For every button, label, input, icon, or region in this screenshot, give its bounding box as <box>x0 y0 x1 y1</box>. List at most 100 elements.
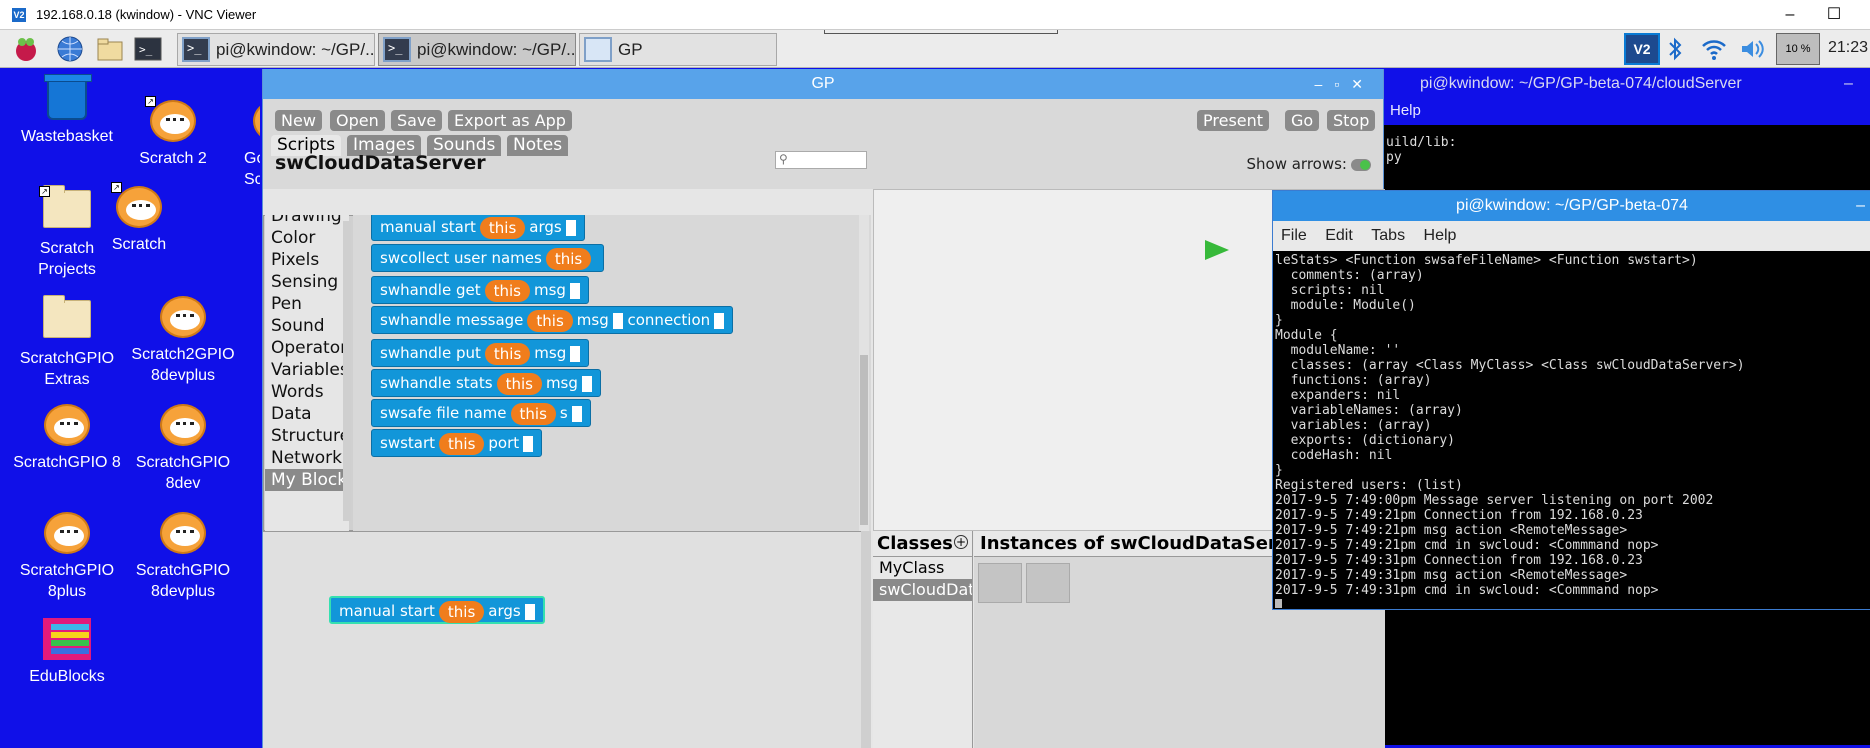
stop-button[interactable]: Stop <box>1327 110 1376 131</box>
category-color[interactable]: Color <box>265 227 349 249</box>
script-scrollbar[interactable] <box>861 531 871 748</box>
block-label: swhandle message <box>380 311 524 329</box>
terminal-window[interactable]: pi@kwindow: ~/GP/GP-beta-074 – File Edit… <box>1272 190 1870 610</box>
desktop-icon-scratchgpio-8dev[interactable]: ScratchGPIO 8dev <box>128 404 238 494</box>
window-controls[interactable]: –▫✕ <box>1315 69 1375 99</box>
category-my-blocks[interactable]: My Blocks <box>265 469 349 491</box>
terminal-output[interactable]: leStats> <Function swsafeFileName> <Func… <box>1273 251 1870 608</box>
search-icon: ⚲ <box>779 152 788 166</box>
new-button[interactable]: New <box>275 110 322 131</box>
input-slot[interactable] <box>569 282 580 299</box>
block-swcollect-user-names[interactable]: swcollect user names this <box>371 244 605 272</box>
category-data[interactable]: Data <box>265 403 349 425</box>
script-editor[interactable]: manual start this args <box>263 531 871 748</box>
desktop-icon-scratchgpio-8[interactable]: ScratchGPIO 8 <box>12 404 122 473</box>
input-slot[interactable] <box>571 405 582 422</box>
minimize-icon[interactable]: – <box>1856 191 1865 221</box>
bluetooth-icon[interactable] <box>1664 35 1686 63</box>
task-gp[interactable]: GP <box>579 33 777 66</box>
web-browser-icon[interactable] <box>56 35 86 63</box>
category-pixels[interactable]: Pixels <box>265 249 349 271</box>
input-slot[interactable] <box>523 435 534 452</box>
category-structure[interactable]: Structure <box>265 425 349 447</box>
wifi-icon[interactable] <box>1700 35 1730 63</box>
category-sound[interactable]: Sound <box>265 315 349 337</box>
arrow-sprite[interactable] <box>1205 240 1229 260</box>
maximize-icon[interactable]: ☐ <box>1812 2 1856 28</box>
add-class-icon[interactable]: + <box>954 535 968 549</box>
input-slot[interactable] <box>714 312 725 329</box>
tab-notes[interactable]: Notes <box>507 135 569 156</box>
gp-window[interactable]: GP –▫✕ New Open Save Export as App Prese… <box>262 69 1385 748</box>
menu-tabs[interactable]: Tabs <box>1371 227 1405 244</box>
block-swhandle-message[interactable]: swhandle message this msg connection <box>371 306 734 334</box>
category-drawing[interactable]: Drawing <box>265 215 349 227</box>
input-slot[interactable] <box>581 375 592 392</box>
instance-thumbnail[interactable] <box>1026 563 1070 603</box>
desktop-icon-scratchgpio-extras[interactable]: ScratchGPIO Extras <box>12 295 122 390</box>
save-button[interactable]: Save <box>391 110 443 131</box>
desktop-icon-partial[interactable]: Go Sc <box>220 100 260 190</box>
file-manager-icon[interactable] <box>96 35 126 63</box>
task-terminal-1[interactable]: >_ pi@kwindow: ~/GP/... <box>177 33 375 66</box>
minimize-icon[interactable]: – <box>1844 69 1853 99</box>
input-slot[interactable] <box>524 603 535 620</box>
input-slot[interactable] <box>565 219 576 236</box>
vnc-tray-icon[interactable]: V2 <box>1624 33 1660 65</box>
class-item-swclouddataserver[interactable]: swCloudDataServer <box>873 579 972 601</box>
task-terminal-2[interactable]: >_ pi@kwindow: ~/GP/... <box>378 33 576 66</box>
classes-panel: Classes + MyClass swCloudDataServer <box>873 531 973 748</box>
desktop-icon-wastebasket[interactable]: Wastebasket <box>12 74 122 147</box>
category-pen[interactable]: Pen <box>265 293 349 315</box>
category-sensing[interactable]: Sensing <box>265 271 349 293</box>
vnc-titlebar: V2 192.168.0.18 (kwindow) - VNC Viewer –… <box>0 0 1870 30</box>
terminal-line: 2017-9-5 7:49:21pm Connection from 192.1… <box>1275 508 1643 523</box>
clock[interactable]: 21:23 <box>1828 39 1868 57</box>
category-scrollbar[interactable] <box>343 221 351 521</box>
category-operators[interactable]: Operators <box>265 337 349 359</box>
desktop-icon-edublocks[interactable]: EduBlocks <box>12 618 122 687</box>
terminal-line: 2017-9-5 7:49:21pm msg action <RemoteMes… <box>1275 523 1628 538</box>
open-button[interactable]: Open <box>330 110 385 131</box>
terminal-line: } <box>1275 313 1283 328</box>
block-arg-label: port <box>488 434 520 452</box>
block-swstart[interactable]: swstart this port <box>371 429 543 457</box>
scroll-thumb[interactable] <box>860 355 868 525</box>
category-words[interactable]: Words <box>265 381 349 403</box>
go-button[interactable]: Go <box>1285 110 1320 131</box>
volume-icon[interactable] <box>1738 35 1768 63</box>
menu-help[interactable]: Help <box>1424 227 1457 244</box>
class-item-myclass[interactable]: MyClass <box>873 557 972 579</box>
minimize-icon[interactable]: – <box>1768 2 1812 28</box>
desktop-icon-scratch[interactable]: ↗ Scratch <box>84 182 194 255</box>
desktop-icon-scratch2gpio-8devplus[interactable]: Scratch2GPIO 8devplus <box>128 296 238 386</box>
menu-help[interactable]: Help <box>1390 102 1421 119</box>
block-swhandle-put[interactable]: swhandle put this msg <box>371 339 590 367</box>
blocks-scrollbar[interactable] <box>859 215 869 531</box>
scratch-cat-icon <box>160 296 206 338</box>
block-swhandle-stats[interactable]: swhandle stats this msg <box>371 369 601 397</box>
block-swsafe-file-name[interactable]: swsafe file name this s <box>371 399 591 427</box>
toggle-switch[interactable] <box>1351 158 1371 171</box>
block-manual-start[interactable]: manual start this args <box>371 215 585 241</box>
category-network[interactable]: Network <box>265 447 349 469</box>
block-swhandle-get[interactable]: swhandle get this msg <box>371 276 589 304</box>
menu-file[interactable]: File <box>1281 227 1307 244</box>
menu-edit[interactable]: Edit <box>1325 227 1353 244</box>
export-app-button[interactable]: Export as App <box>448 110 572 131</box>
search-input[interactable]: ⚲ <box>775 151 867 169</box>
raspberry-menu-icon[interactable] <box>12 35 42 63</box>
input-slot[interactable] <box>570 345 581 362</box>
block-label: swhandle stats <box>380 374 493 392</box>
category-variables[interactable]: Variables <box>265 359 349 381</box>
show-arrows-toggle[interactable]: Show arrows: <box>1247 155 1371 173</box>
cpu-monitor[interactable]: 10 % <box>1776 33 1820 65</box>
desktop-icon-scratch2[interactable]: ↗ Scratch 2 <box>118 96 228 169</box>
desktop-icon-scratchgpio-8plus[interactable]: ScratchGPIO 8plus <box>12 512 122 602</box>
script-block-manual-start[interactable]: manual start this args <box>329 596 545 624</box>
desktop-icon-scratchgpio-8devplus[interactable]: ScratchGPIO 8devplus <box>128 512 238 602</box>
input-slot[interactable] <box>612 312 623 329</box>
instance-thumbnail[interactable] <box>978 563 1022 603</box>
terminal-launcher-icon[interactable]: >_ <box>134 35 164 63</box>
present-button[interactable]: Present <box>1197 110 1270 131</box>
